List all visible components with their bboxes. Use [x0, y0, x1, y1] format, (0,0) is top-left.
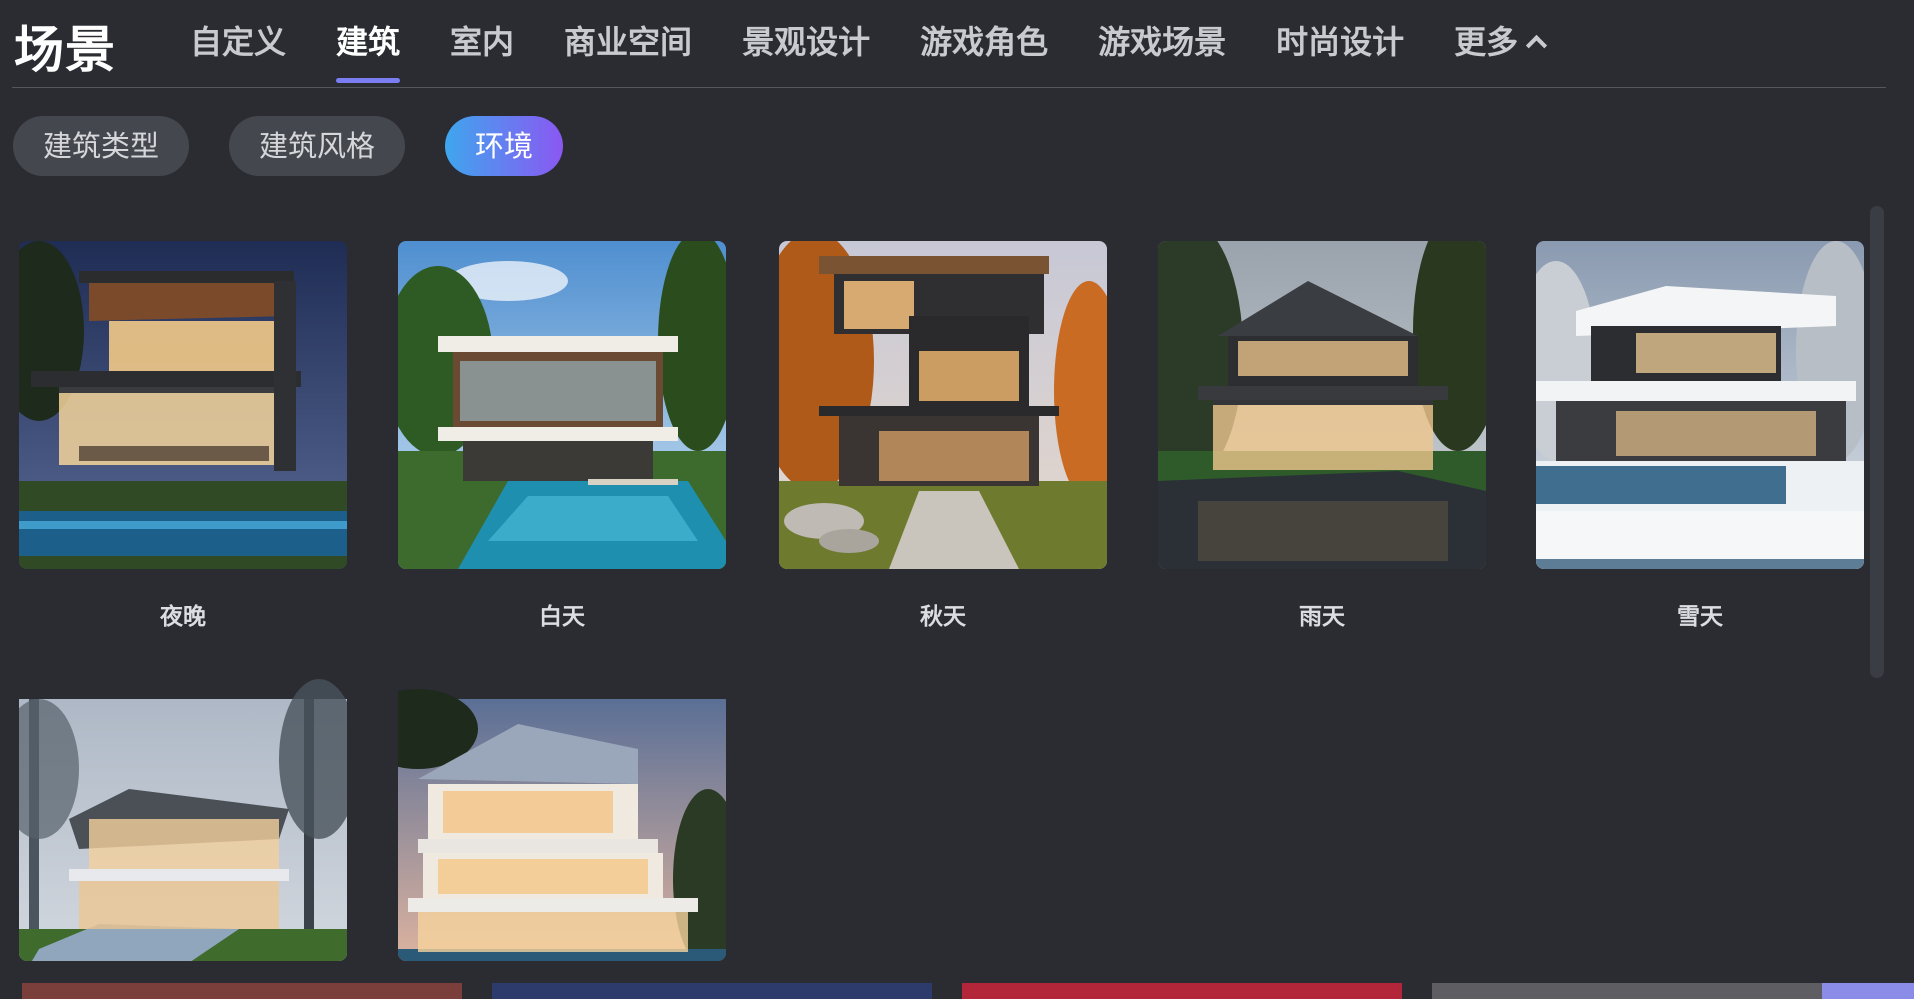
thumbnail-fog [19, 677, 347, 961]
scene-card-day[interactable]: 白天 [398, 241, 726, 631]
scene-label-day: 白天 [539, 604, 585, 630]
scene-card-rain[interactable]: 雨天 [1158, 241, 1486, 631]
scene-card-autumn[interactable]: 秋天 [779, 241, 1107, 631]
thumbnail-dusk [398, 677, 726, 961]
tab-interior[interactable]: 室内 [450, 20, 514, 88]
scene-grid: 夜晚 白天 秋天 雨天 雪天 [19, 241, 1864, 983]
filter-building-style[interactable]: 建筑风格 [229, 116, 406, 176]
page-title: 场景 [14, 21, 116, 79]
tab-commercial-space[interactable]: 商业空间 [564, 20, 692, 88]
scene-label-autumn: 秋天 [920, 604, 966, 630]
scene-card-snow[interactable]: 雪天 [1536, 241, 1864, 631]
tab-game-scene[interactable]: 游戏场景 [1098, 20, 1226, 88]
thumbnail-day [398, 241, 726, 569]
next-row-preview-strip [0, 983, 1914, 999]
scene-label-night: 夜晚 [160, 604, 206, 630]
filter-building-type[interactable]: 建筑类型 [13, 116, 190, 176]
category-tabs: 自定义 建筑 室内 商业空间 景观设计 游戏角色 游戏场景 时尚设计 更多 [190, 20, 1598, 88]
filter-pills: 建筑类型 建筑风格 环境 [13, 116, 603, 176]
tab-more[interactable]: 更多 [1454, 20, 1548, 88]
grid-scrollbar[interactable] [1870, 206, 1884, 678]
tab-custom[interactable]: 自定义 [190, 20, 286, 88]
thumbnail-rain [1158, 241, 1486, 569]
scene-label-rain: 雨天 [1299, 604, 1345, 630]
tab-game-character[interactable]: 游戏角色 [920, 20, 1048, 88]
tab-fashion-design[interactable]: 时尚设计 [1276, 20, 1404, 88]
tab-more-label: 更多 [1454, 23, 1519, 61]
scene-card-fog[interactable] [19, 677, 347, 961]
tab-architecture[interactable]: 建筑 [336, 20, 401, 88]
thumbnail-snow [1536, 241, 1864, 569]
scene-card-night[interactable]: 夜晚 [19, 241, 347, 631]
scene-picker-panel: 场景 自定义 建筑 室内 商业空间 景观设计 游戏角色 游戏场景 时尚设计 更多… [0, 0, 1914, 999]
thumbnail-night [19, 241, 347, 569]
chevron-up-icon [1522, 20, 1548, 64]
scene-label-snow: 雪天 [1677, 604, 1723, 630]
tab-landscape-design[interactable]: 景观设计 [742, 20, 870, 88]
scene-card-dusk[interactable] [398, 677, 726, 961]
thumbnail-autumn [779, 241, 1107, 569]
header: 场景 自定义 建筑 室内 商业空间 景观设计 游戏角色 游戏场景 时尚设计 更多 [12, 0, 1886, 88]
filter-environment[interactable]: 环境 [445, 116, 564, 176]
